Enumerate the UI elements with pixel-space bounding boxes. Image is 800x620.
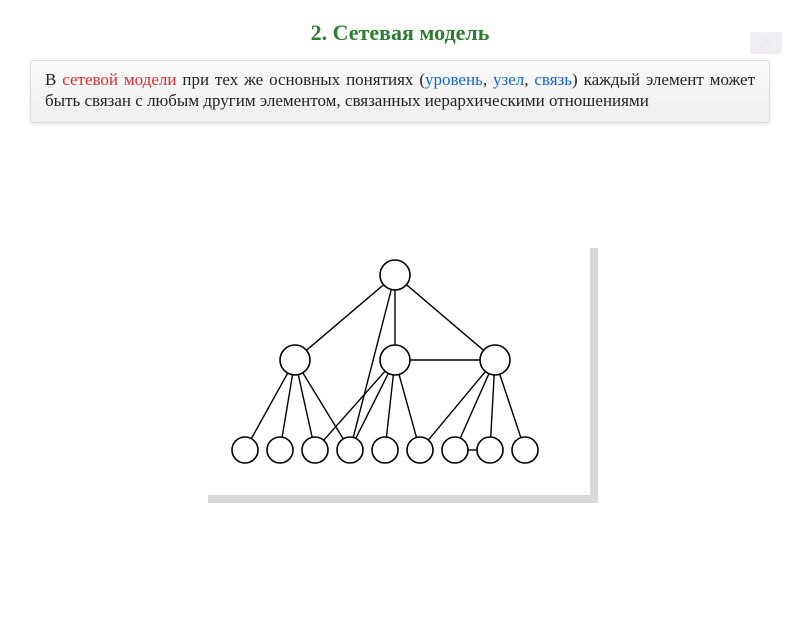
diagram-node [280, 345, 310, 375]
diagram-node [480, 345, 510, 375]
page-number: 26 [750, 32, 782, 54]
diagram-svg [200, 240, 590, 495]
desc-term-link: связь [534, 70, 572, 89]
diagram-node [380, 345, 410, 375]
page-title: 2. Сетевая модель [0, 20, 800, 46]
description-box: В сетевой модели при тех же основных пон… [30, 60, 770, 123]
diagram-edge [251, 373, 287, 439]
desc-text: , [483, 70, 493, 89]
desc-term-level: уровень [425, 70, 483, 89]
network-diagram [200, 240, 600, 520]
diagram-node [302, 437, 328, 463]
diagram-node [477, 437, 503, 463]
diagram-edge [282, 375, 292, 437]
desc-term-node: узел [493, 70, 524, 89]
diagram-edge [324, 371, 385, 440]
desc-text: , [524, 70, 534, 89]
diagram-face [200, 240, 590, 495]
diagram-edge [500, 374, 521, 437]
diagram-edge [303, 373, 343, 439]
diagram-node [372, 437, 398, 463]
diagram-node [337, 437, 363, 463]
diagram-edge [428, 372, 485, 440]
diagram-edge [491, 375, 494, 437]
diagram-node [407, 437, 433, 463]
diagram-node [380, 260, 410, 290]
diagram-node [442, 437, 468, 463]
diagram-node [512, 437, 538, 463]
diagram-node [267, 437, 293, 463]
desc-term-network-model: сетевой модели [62, 70, 176, 89]
diagram-node [232, 437, 258, 463]
desc-text: при тех же основных понятиях ( [176, 70, 425, 89]
desc-text: В [45, 70, 62, 89]
diagram-edge [386, 375, 393, 437]
diagram-edge [399, 374, 417, 437]
diagram-edge [406, 285, 483, 351]
diagram-edge [306, 285, 383, 351]
diagram-edge [460, 374, 489, 438]
